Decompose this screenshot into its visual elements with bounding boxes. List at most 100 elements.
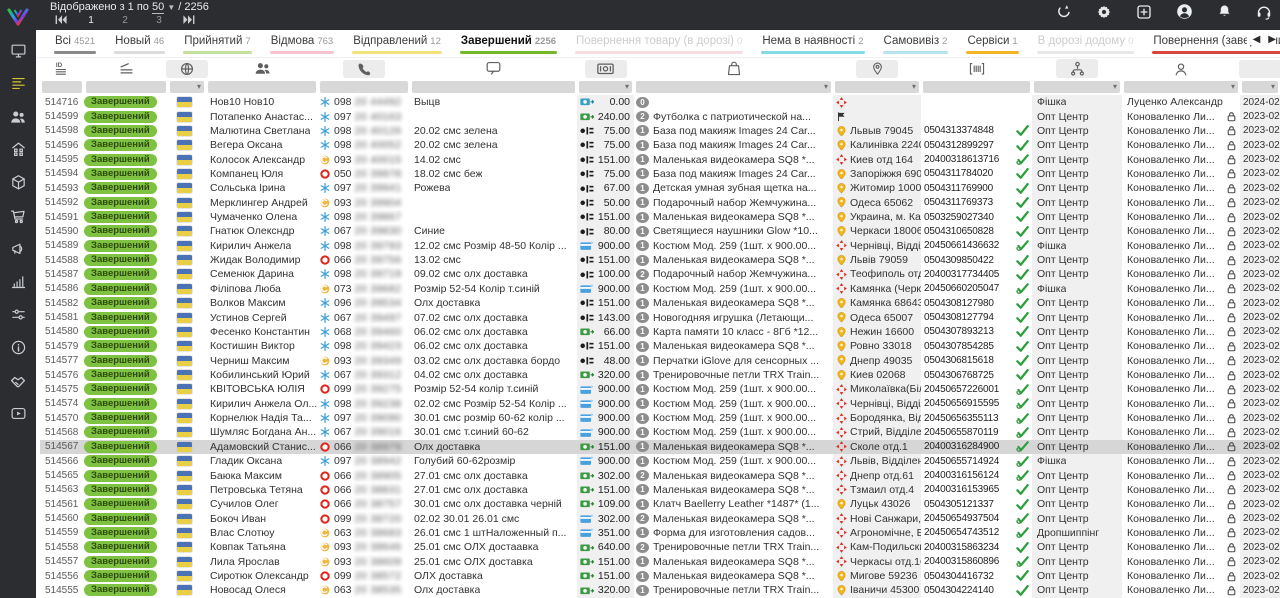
order-row[interactable]: 514566ЗавершенийГладик Оксана09720 38942… [40, 454, 1280, 468]
column-filter-input[interactable] [579, 81, 632, 93]
order-row[interactable]: 514558ЗавершенийКовпак Татьяна09320 3864… [40, 540, 1280, 554]
column-filter-input[interactable] [86, 81, 166, 93]
sidebar-item-products[interactable] [0, 166, 36, 199]
column-header-6[interactable] [410, 57, 577, 80]
support-icon[interactable] [1256, 4, 1272, 20]
sidebar-item-franchise[interactable] [0, 133, 36, 166]
order-row[interactable]: 514559ЗавершенийВлас Слотюу06320 3868326… [40, 526, 1280, 540]
tabs-scroll-left-icon[interactable]: ◀ [1253, 34, 1261, 45]
sidebar-item-info[interactable] [0, 331, 36, 364]
order-row[interactable]: 514592ЗавершенийМерклингер Андрей09320 3… [40, 196, 1280, 210]
tab-7[interactable]: Повернення товару (в дорозі)0 [575, 30, 743, 57]
column-header-4[interactable] [206, 57, 318, 80]
tab-11[interactable]: В дорозі додому0 [1037, 30, 1135, 57]
sidebar-item-customers[interactable] [0, 100, 36, 133]
order-row[interactable]: 514587ЗавершенийСеменюк Дарина09820 3971… [40, 267, 1280, 281]
column-filter-input[interactable] [170, 81, 204, 93]
tab-2[interactable]: Новый46 [114, 30, 165, 57]
order-row[interactable]: 514591ЗавершенийЧумаченко Олена09820 398… [40, 210, 1280, 224]
tab-4[interactable]: Відмова763 [270, 30, 334, 57]
tabs-scroll-right-icon[interactable]: ▶ [1268, 34, 1276, 45]
tab-9[interactable]: Самовивіз2 [883, 30, 949, 57]
last-page-icon[interactable] [176, 15, 202, 24]
sidebar-item-partners[interactable] [0, 364, 36, 397]
order-row[interactable]: 514588ЗавершенийЖидак Володимир06620 397… [40, 253, 1280, 267]
column-header-2[interactable] [84, 57, 168, 80]
column-filter-input[interactable] [835, 81, 919, 93]
gear-icon[interactable] [1096, 4, 1112, 20]
column-header-10[interactable] [921, 57, 1032, 80]
first-page-icon[interactable] [48, 15, 74, 24]
column-header-1[interactable]: ID [40, 57, 84, 80]
order-row[interactable]: 514590ЗавершенийГнатюк Олексндр06720 398… [40, 224, 1280, 238]
order-row[interactable]: 514577ЗавершенийЧерниш Максим09320 39349… [40, 353, 1280, 367]
column-filter-input[interactable] [1034, 81, 1120, 93]
column-filter-input[interactable] [208, 81, 316, 93]
column-filter-input[interactable] [923, 81, 1030, 93]
stats-icon [10, 273, 27, 290]
column-header-12[interactable] [1122, 57, 1240, 80]
column-header-13[interactable] [1240, 57, 1280, 80]
page-number-2[interactable]: 2 [108, 15, 142, 26]
column-filter-input[interactable] [1124, 81, 1238, 93]
tab-10[interactable]: Сервіси1 [966, 30, 1018, 57]
order-row[interactable]: 514586ЗавершенийФіліпова Люба07320 39682… [40, 282, 1280, 296]
order-row[interactable]: 514560ЗавершенийБокоч Иван09920 3872002.… [40, 511, 1280, 525]
order-row[interactable]: 514594ЗавершенийКомпанец Юля05020 399781… [40, 167, 1280, 181]
column-filter-input[interactable] [412, 81, 575, 93]
order-row[interactable]: 514561ЗавершенийСучилов Олег06620 387573… [40, 497, 1280, 511]
order-row[interactable]: 514565ЗавершенийБаюка Максим06620 389052… [40, 468, 1280, 482]
avatar-icon[interactable] [1176, 3, 1193, 20]
column-filter-input[interactable] [42, 81, 82, 93]
column-header-5[interactable] [318, 57, 410, 80]
order-row[interactable]: 514556ЗавершенийСиротюк Олександр09920 3… [40, 569, 1280, 583]
sidebar-item-automation[interactable] [0, 298, 36, 331]
sidebar-item-statistics[interactable] [0, 265, 36, 298]
order-row[interactable]: 514596ЗавершенийВегера Оксана09820 40052… [40, 138, 1280, 152]
page-number-3[interactable]: 3 [142, 15, 176, 26]
order-row[interactable]: 514563ЗавершенийПетровська Тетяна06620 3… [40, 483, 1280, 497]
order-row[interactable]: 514575ЗавершенийКВІТОВСЬКА ЮЛІЯ09920 392… [40, 382, 1280, 396]
sidebar-item-video-tutorials[interactable] [0, 397, 36, 430]
column-header-3[interactable] [168, 57, 206, 80]
order-row[interactable]: 514716ЗавершенийНов10 Нов1009820 44492Вы… [40, 95, 1280, 109]
order-row[interactable]: 514598ЗавершенийМалютина Светлана09820 4… [40, 124, 1280, 138]
tab-3[interactable]: Прийнятий7 [183, 30, 252, 57]
column-header-7[interactable] [577, 57, 634, 80]
page-number-1[interactable]: 1 [74, 15, 108, 26]
order-row[interactable]: 514570ЗавершенийКорнелюк Надія Та...0972… [40, 411, 1280, 425]
sidebar-item-orders[interactable] [0, 67, 36, 100]
order-row[interactable]: 514589ЗавершенийКирилич Анжела09820 3979… [40, 239, 1280, 253]
bell-icon[interactable] [1217, 4, 1232, 19]
order-row[interactable]: 514580ЗавершенийФесенко Константин06820 … [40, 325, 1280, 339]
tab-1[interactable]: Всі4521 [54, 30, 96, 57]
tab-6[interactable]: Завершений2256 [460, 30, 557, 57]
order-row[interactable]: 514557ЗавершенийЛила Ярослав09320 386092… [40, 555, 1280, 569]
sidebar-item-purchases[interactable] [0, 199, 36, 232]
page-size-select[interactable]: 50 [152, 1, 164, 14]
order-row[interactable]: 514574ЗавершенийКирилич Анжела Ол...0982… [40, 397, 1280, 411]
add-order-icon[interactable] [1136, 4, 1152, 20]
order-row[interactable]: 514567ЗавершенийАдамовский Станис...0662… [40, 440, 1280, 454]
order-row[interactable]: 514599ЗавершенийПотапенко Анастас...0972… [40, 109, 1280, 123]
column-filter-input[interactable] [320, 81, 408, 93]
column-header-8[interactable] [634, 57, 833, 80]
order-row[interactable]: 514595ЗавершенийКолосок Александр09320 4… [40, 152, 1280, 166]
refresh-icon[interactable] [1056, 4, 1072, 20]
order-row[interactable]: 514576ЗавершенийКобилинський Юрий06720 3… [40, 368, 1280, 382]
tab-5[interactable]: Відправлений12 [352, 30, 442, 57]
sidebar-item-marketing[interactable] [0, 232, 36, 265]
column-header-11[interactable] [1032, 57, 1122, 80]
order-row[interactable]: 514582ЗавершенийВолков Максим09620 39534… [40, 296, 1280, 310]
column-filter-input[interactable] [636, 81, 831, 93]
sidebar-item-dashboard[interactable] [0, 34, 36, 67]
column-filter-input[interactable] [1242, 81, 1278, 93]
order-row[interactable]: 514581ЗавершенийУстинов Сергей06720 3949… [40, 310, 1280, 324]
order-row[interactable]: 514593ЗавершенийСольська Ірина09720 3994… [40, 181, 1280, 195]
column-header-9[interactable] [833, 57, 921, 80]
tab-8[interactable]: Нема в наявності2 [761, 30, 864, 57]
order-row[interactable]: 514568ЗавершенийШумляс Богдана Ан...0672… [40, 425, 1280, 439]
lock-icon [1226, 556, 1237, 567]
order-row[interactable]: 514555ЗавершенийНовосад Олеся06320 38535… [40, 583, 1280, 597]
order-row[interactable]: 514579ЗавершенийКостишин Виктор09820 394… [40, 339, 1280, 353]
